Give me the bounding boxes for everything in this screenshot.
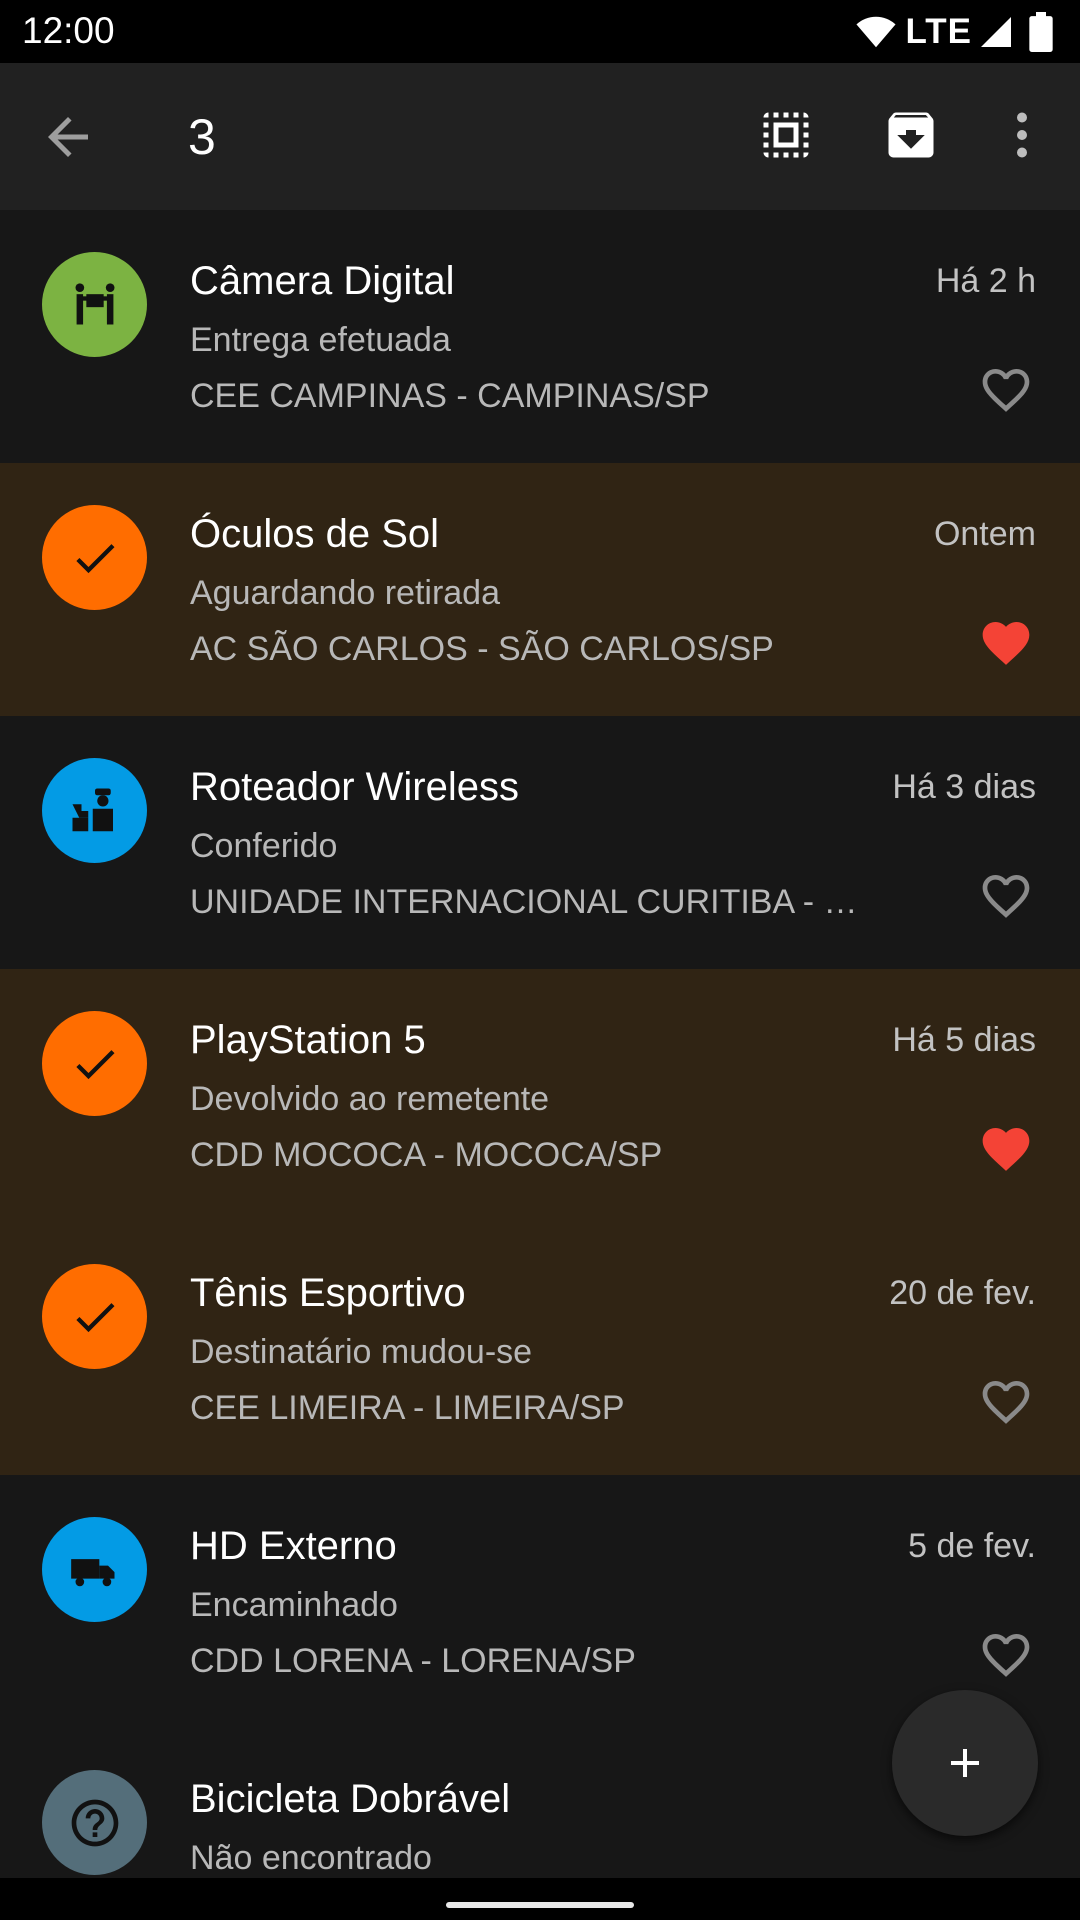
item-time: 5 de fev. [908, 1527, 1036, 1565]
selection-toolbar: 3 [0, 63, 1080, 210]
navigation-bar [0, 1878, 1080, 1920]
item-title: PlayStation 5 [190, 1018, 426, 1062]
heart-outline-icon[interactable] [978, 868, 1034, 924]
item-status: Devolvido ao remetente [190, 1080, 550, 1118]
item-location: CEE CAMPINAS - CAMPINAS/SP [190, 377, 710, 415]
status-avatar [42, 1264, 147, 1369]
list-item[interactable]: Roteador Wireless Conferido UNIDADE INTE… [0, 716, 1080, 969]
item-location: CDD MOCOCA - MOCOCA/SP [190, 1136, 663, 1174]
archive-icon [888, 112, 934, 158]
customs-officer-icon [72, 788, 113, 831]
item-title: Tênis Esportivo [190, 1271, 466, 1315]
network-type-label: LTE [905, 12, 972, 51]
list-item-selected[interactable]: PlayStation 5 Devolvido ao remetente CDD… [0, 969, 1080, 1222]
item-time: 20 de fev. [889, 1274, 1036, 1312]
battery-icon [1029, 12, 1053, 52]
item-title: Óculos de Sol [190, 512, 440, 556]
status-time: 12:00 [22, 10, 115, 51]
more-vert-icon [1017, 112, 1027, 158]
status-avatar [42, 758, 147, 863]
status-bar: 12:00 LTE [0, 0, 1080, 63]
selected-count: 3 [188, 109, 216, 165]
heart-outline-icon[interactable] [978, 1374, 1034, 1430]
list-item[interactable]: Câmera Digital Entrega efetuada CEE CAMP… [0, 210, 1080, 463]
wifi-icon [856, 16, 897, 48]
item-title: Roteador Wireless [190, 765, 520, 809]
item-time: Há 2 h [935, 262, 1036, 300]
item-time: Há 3 dias [892, 768, 1036, 806]
add-icon [951, 1749, 979, 1777]
package-list: Câmera Digital Entrega efetuada CEE CAMP… [0, 210, 1080, 1878]
truck-icon [70, 1558, 114, 1586]
item-status: Encaminhado [190, 1586, 398, 1624]
heart-filled-icon[interactable] [978, 615, 1034, 671]
item-title: HD Externo [190, 1524, 397, 1568]
list-item-selected[interactable]: Óculos de Sol Aguardando retirada AC SÃO… [0, 463, 1080, 716]
select-all-button[interactable] [756, 105, 816, 165]
status-avatar [42, 252, 147, 357]
item-title: Câmera Digital [190, 259, 455, 303]
status-avatar [42, 1517, 147, 1622]
item-location: CEE LIMEIRA - LIMEIRA/SP [190, 1389, 625, 1427]
item-status: Conferido [190, 827, 338, 865]
status-icons: LTE [855, 10, 1054, 54]
check-icon [75, 543, 114, 573]
item-location: CDD LORENA - LORENA/SP [190, 1642, 636, 1680]
item-status: Entrega efetuada [190, 321, 451, 359]
more-options-button[interactable] [1000, 105, 1044, 165]
item-time: Há 5 dias [892, 1021, 1036, 1059]
heart-filled-icon[interactable] [978, 1121, 1034, 1177]
status-avatar [42, 1770, 147, 1875]
item-status: Não encontrado [190, 1839, 432, 1877]
heart-outline-icon[interactable] [978, 1627, 1034, 1683]
item-title: Bicicleta Dobrável [190, 1777, 511, 1821]
item-status: Destinatário mudou-se [190, 1333, 533, 1371]
heart-outline-icon[interactable] [978, 362, 1034, 418]
delivered-icon [75, 282, 114, 324]
status-avatar [42, 1011, 147, 1116]
archive-button[interactable] [881, 105, 941, 165]
item-status: Aguardando retirada [190, 574, 501, 612]
list-item[interactable]: HD Externo Encaminhado CDD LORENA - LORE… [0, 1475, 1080, 1728]
home-gesture-handle[interactable] [446, 1902, 634, 1908]
select-all-icon [763, 112, 809, 158]
item-time: Ontem [933, 515, 1036, 553]
check-icon [75, 1049, 114, 1079]
back-button[interactable] [38, 107, 98, 167]
signal-icon [981, 17, 1011, 47]
list-item-selected[interactable]: Tênis Esportivo Destinatário mudou-se CE… [0, 1222, 1080, 1475]
add-package-button[interactable] [892, 1690, 1038, 1836]
item-location: UNIDADE INTERNACIONAL CURITIBA - … [190, 883, 858, 921]
item-location: AC SÃO CARLOS - SÃO CARLOS/SP [190, 630, 774, 668]
back-arrow-icon [48, 117, 88, 157]
status-avatar [42, 505, 147, 610]
check-icon [75, 1302, 114, 1332]
help-icon [71, 1799, 118, 1846]
